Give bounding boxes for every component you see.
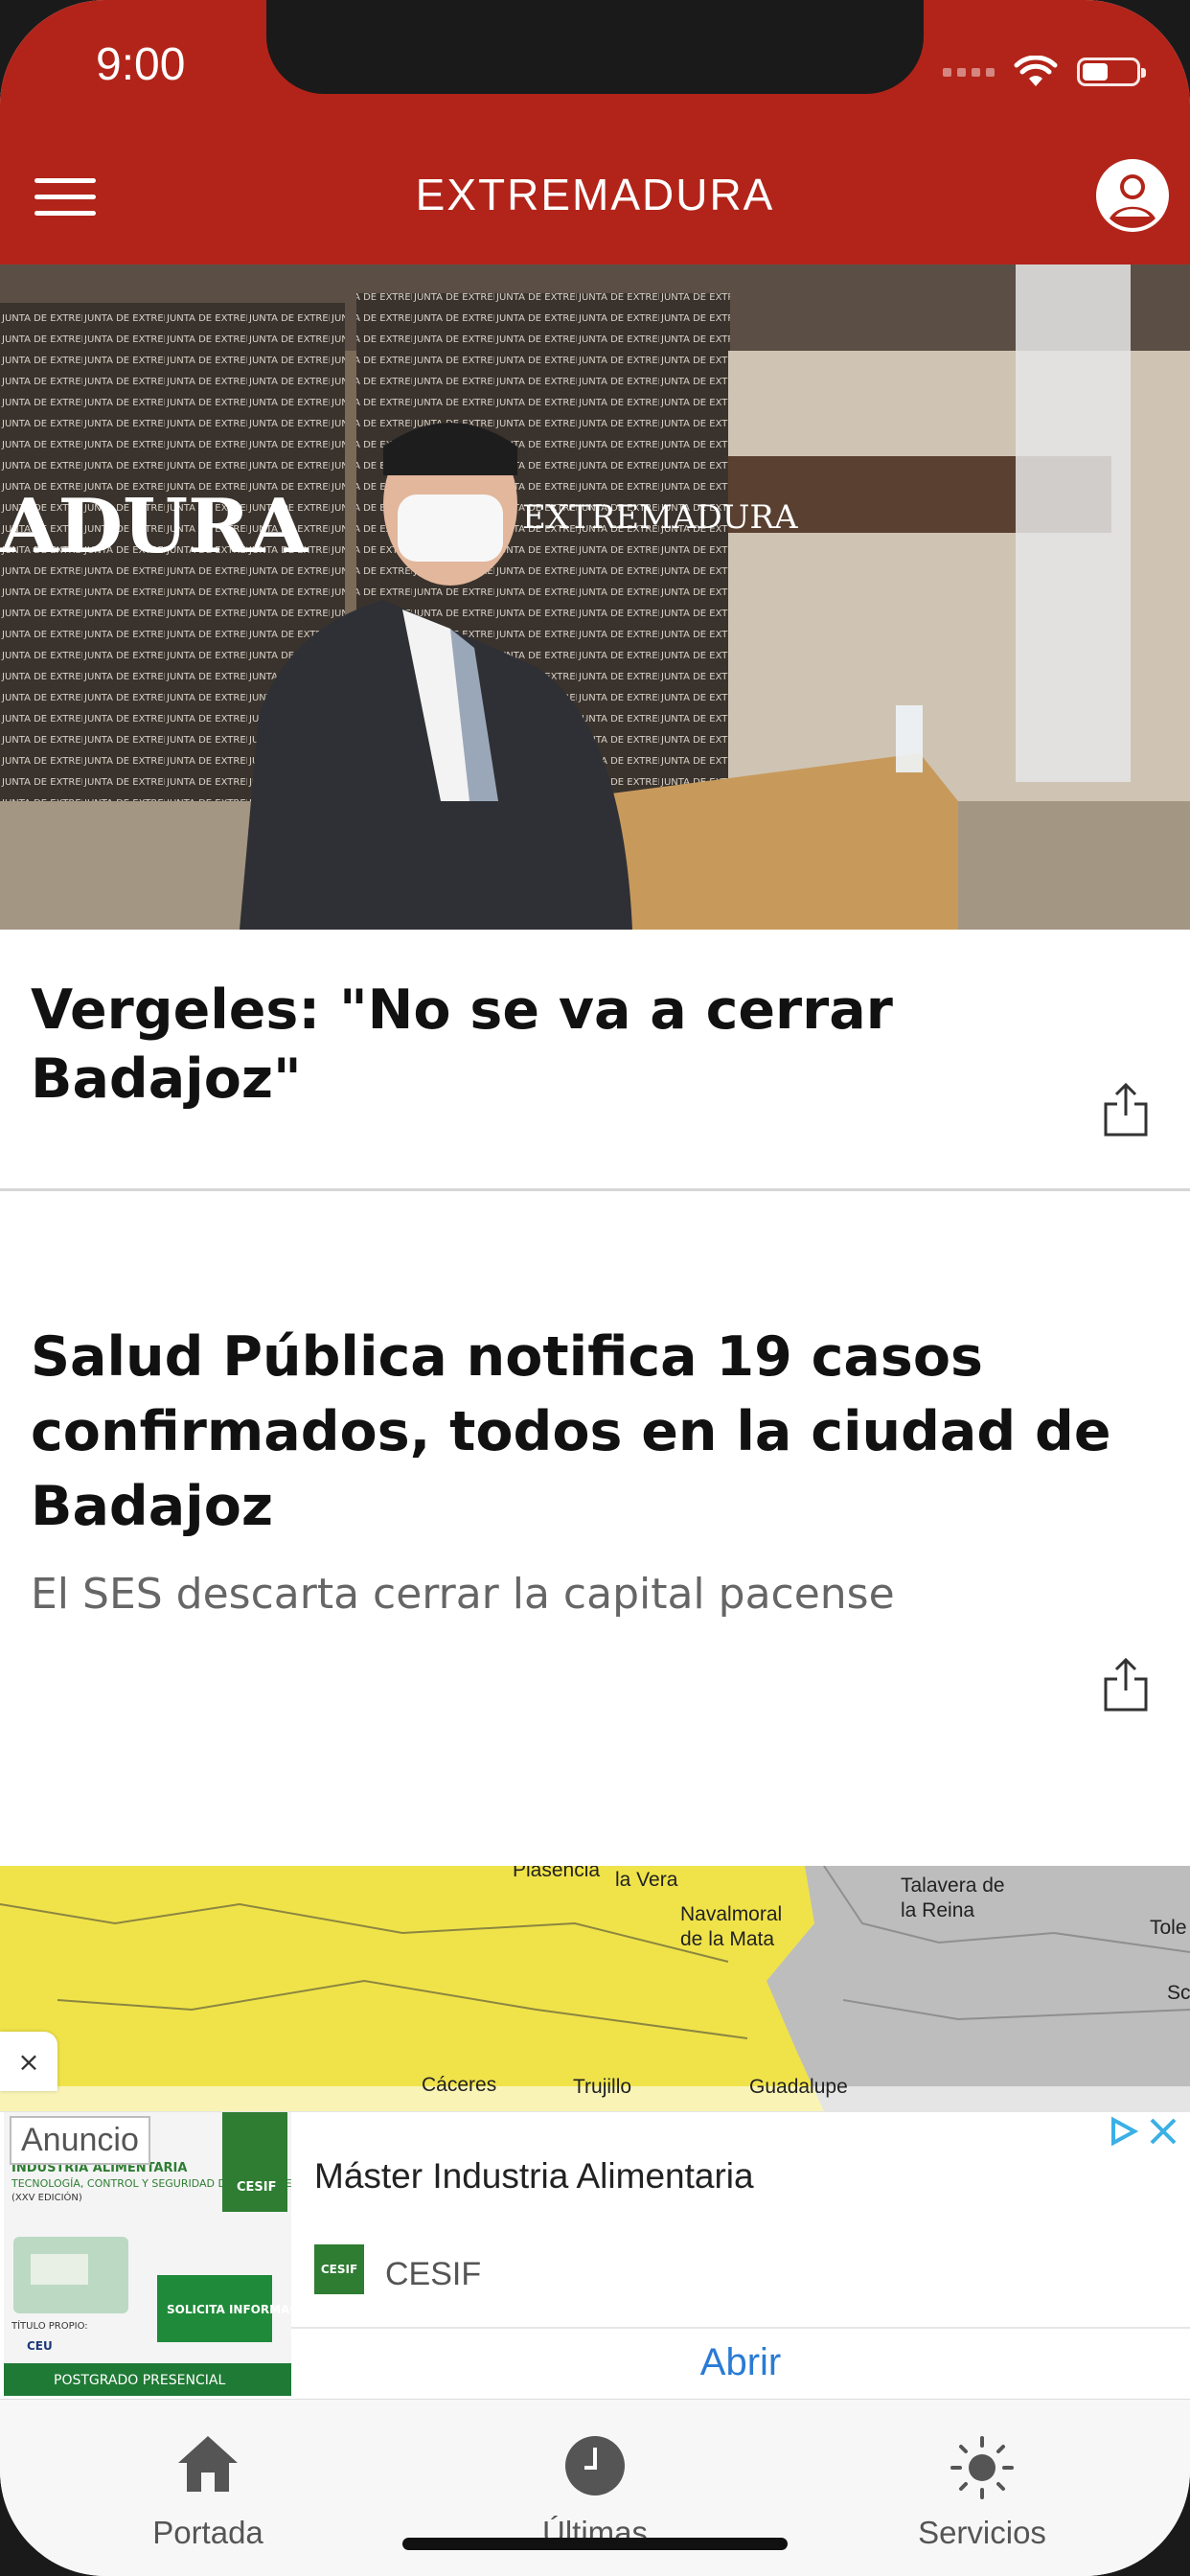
ad-brand-logo: CESIF (314, 2244, 364, 2294)
ad-image-text: CEU (27, 2339, 53, 2353)
article-title[interactable]: Salud Pública notifica 19 casos confirma… (31, 1320, 1161, 1544)
ad-image-text: POSTGRADO PRESENCIAL (54, 2373, 225, 2388)
map-label: la Vera (615, 1869, 678, 1891)
ad-brand-name: CESIF (385, 2256, 482, 2292)
ad-image-text: CESIF (237, 2180, 277, 2195)
hero-image[interactable]: JUNTA DE EXTREM ADURA EXTREMADURA (0, 264, 1190, 930)
battery-icon (1077, 58, 1146, 86)
map-label: Talavera de la Reina (901, 1874, 1005, 1921)
adchoices-icon[interactable] (1102, 2114, 1140, 2149)
wifi-icon (1014, 56, 1058, 86)
sun-icon (950, 2436, 1014, 2499)
ad-close-button[interactable]: × (0, 2032, 57, 2091)
tab-label: Servicios (918, 2515, 1046, 2550)
article-map-image[interactable]: Plasencia la Vera Navalmoral de la Mata … (0, 1866, 1190, 2111)
tab-servicios[interactable]: Servicios (838, 2400, 1126, 2563)
hero-podium-text: EXTREMADURA (522, 498, 798, 537)
article-card[interactable]: Vergeles: "No se va a cerrar Badajoz" (0, 930, 1190, 1191)
article-subtitle: El SES descarta cerrar la capital pacens… (31, 1570, 895, 1619)
ad-image-text: SOLICITA INFORMACIÓN (167, 2302, 291, 2316)
ad-image-text: TÍTULO PROPIO: (11, 2319, 88, 2332)
status-time: 9:00 (96, 39, 186, 90)
map-label: Plasencia (513, 1866, 601, 1881)
clock-icon (565, 2436, 625, 2496)
tab-label: Portada (152, 2515, 263, 2550)
status-icons (943, 48, 1146, 96)
share-icon[interactable] (1102, 1656, 1150, 1714)
ad-label: Anuncio (10, 2116, 150, 2165)
home-icon (178, 2436, 238, 2492)
map-label: Trujillo (573, 2076, 632, 2098)
cellular-signal-icon (943, 67, 995, 77)
map-label: Guadalupe (749, 2076, 848, 2098)
app-header: 9:00 EXTREMADURA (0, 0, 1190, 264)
map-label: Navalmoral de la Mata (680, 1903, 783, 1950)
article-card[interactable]: Salud Pública notifica 19 casos confirma… (0, 1191, 1190, 1866)
share-icon[interactable] (1102, 1081, 1150, 1138)
map-label: Sc (1167, 1982, 1190, 2004)
ad-choices[interactable] (1102, 2114, 1180, 2149)
tab-portada[interactable]: Portada (64, 2400, 352, 2563)
phone-screen: 9:00 EXTREMADURA ADURA EXTREMADURA Verge… (0, 0, 1190, 2576)
ad-close-icon[interactable] (1146, 2114, 1180, 2149)
ad-banner[interactable]: INDUSTRIA ALIMENTARIA TECNOLOGÍA, CONTRO… (0, 2111, 1190, 2400)
ad-image-text: (XXV EDICIÓN) (11, 2191, 82, 2203)
home-indicator[interactable] (402, 2538, 788, 2550)
map-label: Cáceres (422, 2074, 497, 2096)
hero-banner-text: ADURA (0, 483, 309, 570)
ad-title[interactable]: Máster Industria Alimentaria (314, 2156, 754, 2196)
article-title[interactable]: Vergeles: "No se va a cerrar Badajoz" (31, 976, 1142, 1114)
header-title: EXTREMADURA (415, 170, 775, 219)
device-notch (266, 0, 924, 94)
hero-photo: JUNTA DE EXTREM ADURA EXTREMADURA (0, 264, 1190, 930)
user-profile-icon[interactable] (1094, 157, 1171, 234)
map-label: Tole (1150, 1917, 1187, 1939)
ad-open-button[interactable]: Abrir (291, 2329, 1190, 2396)
